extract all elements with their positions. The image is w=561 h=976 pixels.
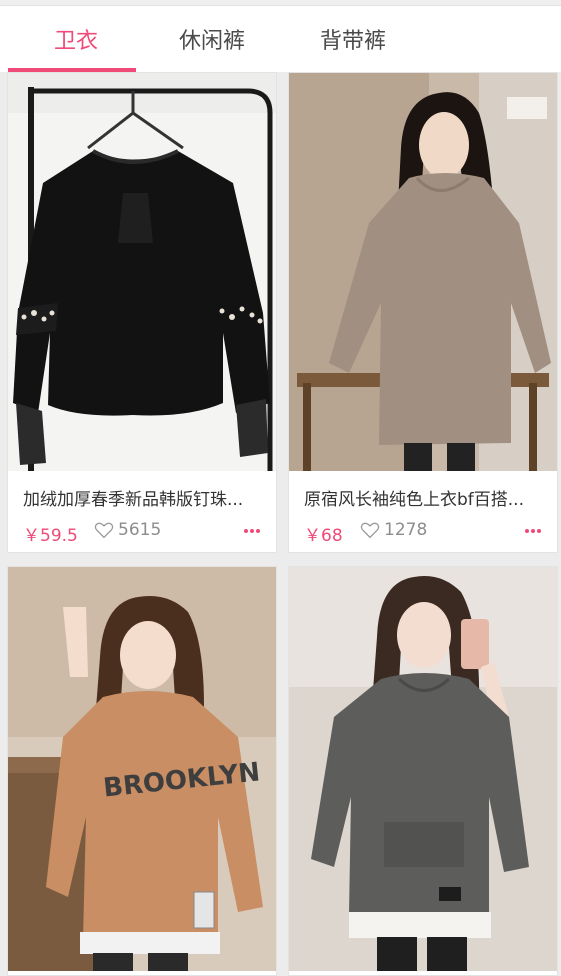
- tab-hoodie[interactable]: 卫衣: [8, 6, 144, 72]
- like-count[interactable]: 1278: [360, 520, 427, 540]
- product-title: 原宿风长袖纯色上衣bf百搭...: [304, 490, 524, 510]
- product-grid: 加绒加厚春季新品韩版钉珠... ￥59.5 5615 原宿风长袖纯色上衣bf百搭…: [0, 72, 561, 976]
- product-card[interactable]: BROOKLYN: [7, 566, 277, 976]
- like-count-value: 5615: [118, 520, 162, 540]
- product-price: ￥68: [304, 526, 343, 546]
- product-image-black-sweatshirt[interactable]: [8, 73, 276, 471]
- product-image-brooklyn-sweatshirt[interactable]: BROOKLYN: [8, 567, 276, 971]
- heart-outline-icon: [360, 522, 380, 539]
- product-card[interactable]: [288, 566, 558, 976]
- product-price: ￥59.5: [23, 526, 78, 546]
- like-count[interactable]: 5615: [94, 520, 161, 540]
- more-dots-icon[interactable]: [523, 521, 543, 541]
- category-tab-bar: 卫衣 休闲裤 背带裤: [0, 6, 561, 72]
- tab-overalls[interactable]: 背带裤: [285, 6, 421, 72]
- product-image-beige-hoodie[interactable]: [289, 73, 557, 471]
- heart-outline-icon: [94, 522, 114, 539]
- product-card[interactable]: 加绒加厚春季新品韩版钉珠... ￥59.5 5615: [7, 72, 277, 553]
- product-title: 加绒加厚春季新品韩版钉珠...: [23, 490, 244, 510]
- more-dots-icon[interactable]: [242, 521, 262, 541]
- product-image-grey-hoodie[interactable]: [289, 567, 557, 971]
- like-count-value: 1278: [384, 520, 428, 540]
- product-card[interactable]: 原宿风长袖纯色上衣bf百搭... ￥68 1278: [288, 72, 558, 553]
- tab-casual-pants[interactable]: 休闲裤: [144, 6, 280, 72]
